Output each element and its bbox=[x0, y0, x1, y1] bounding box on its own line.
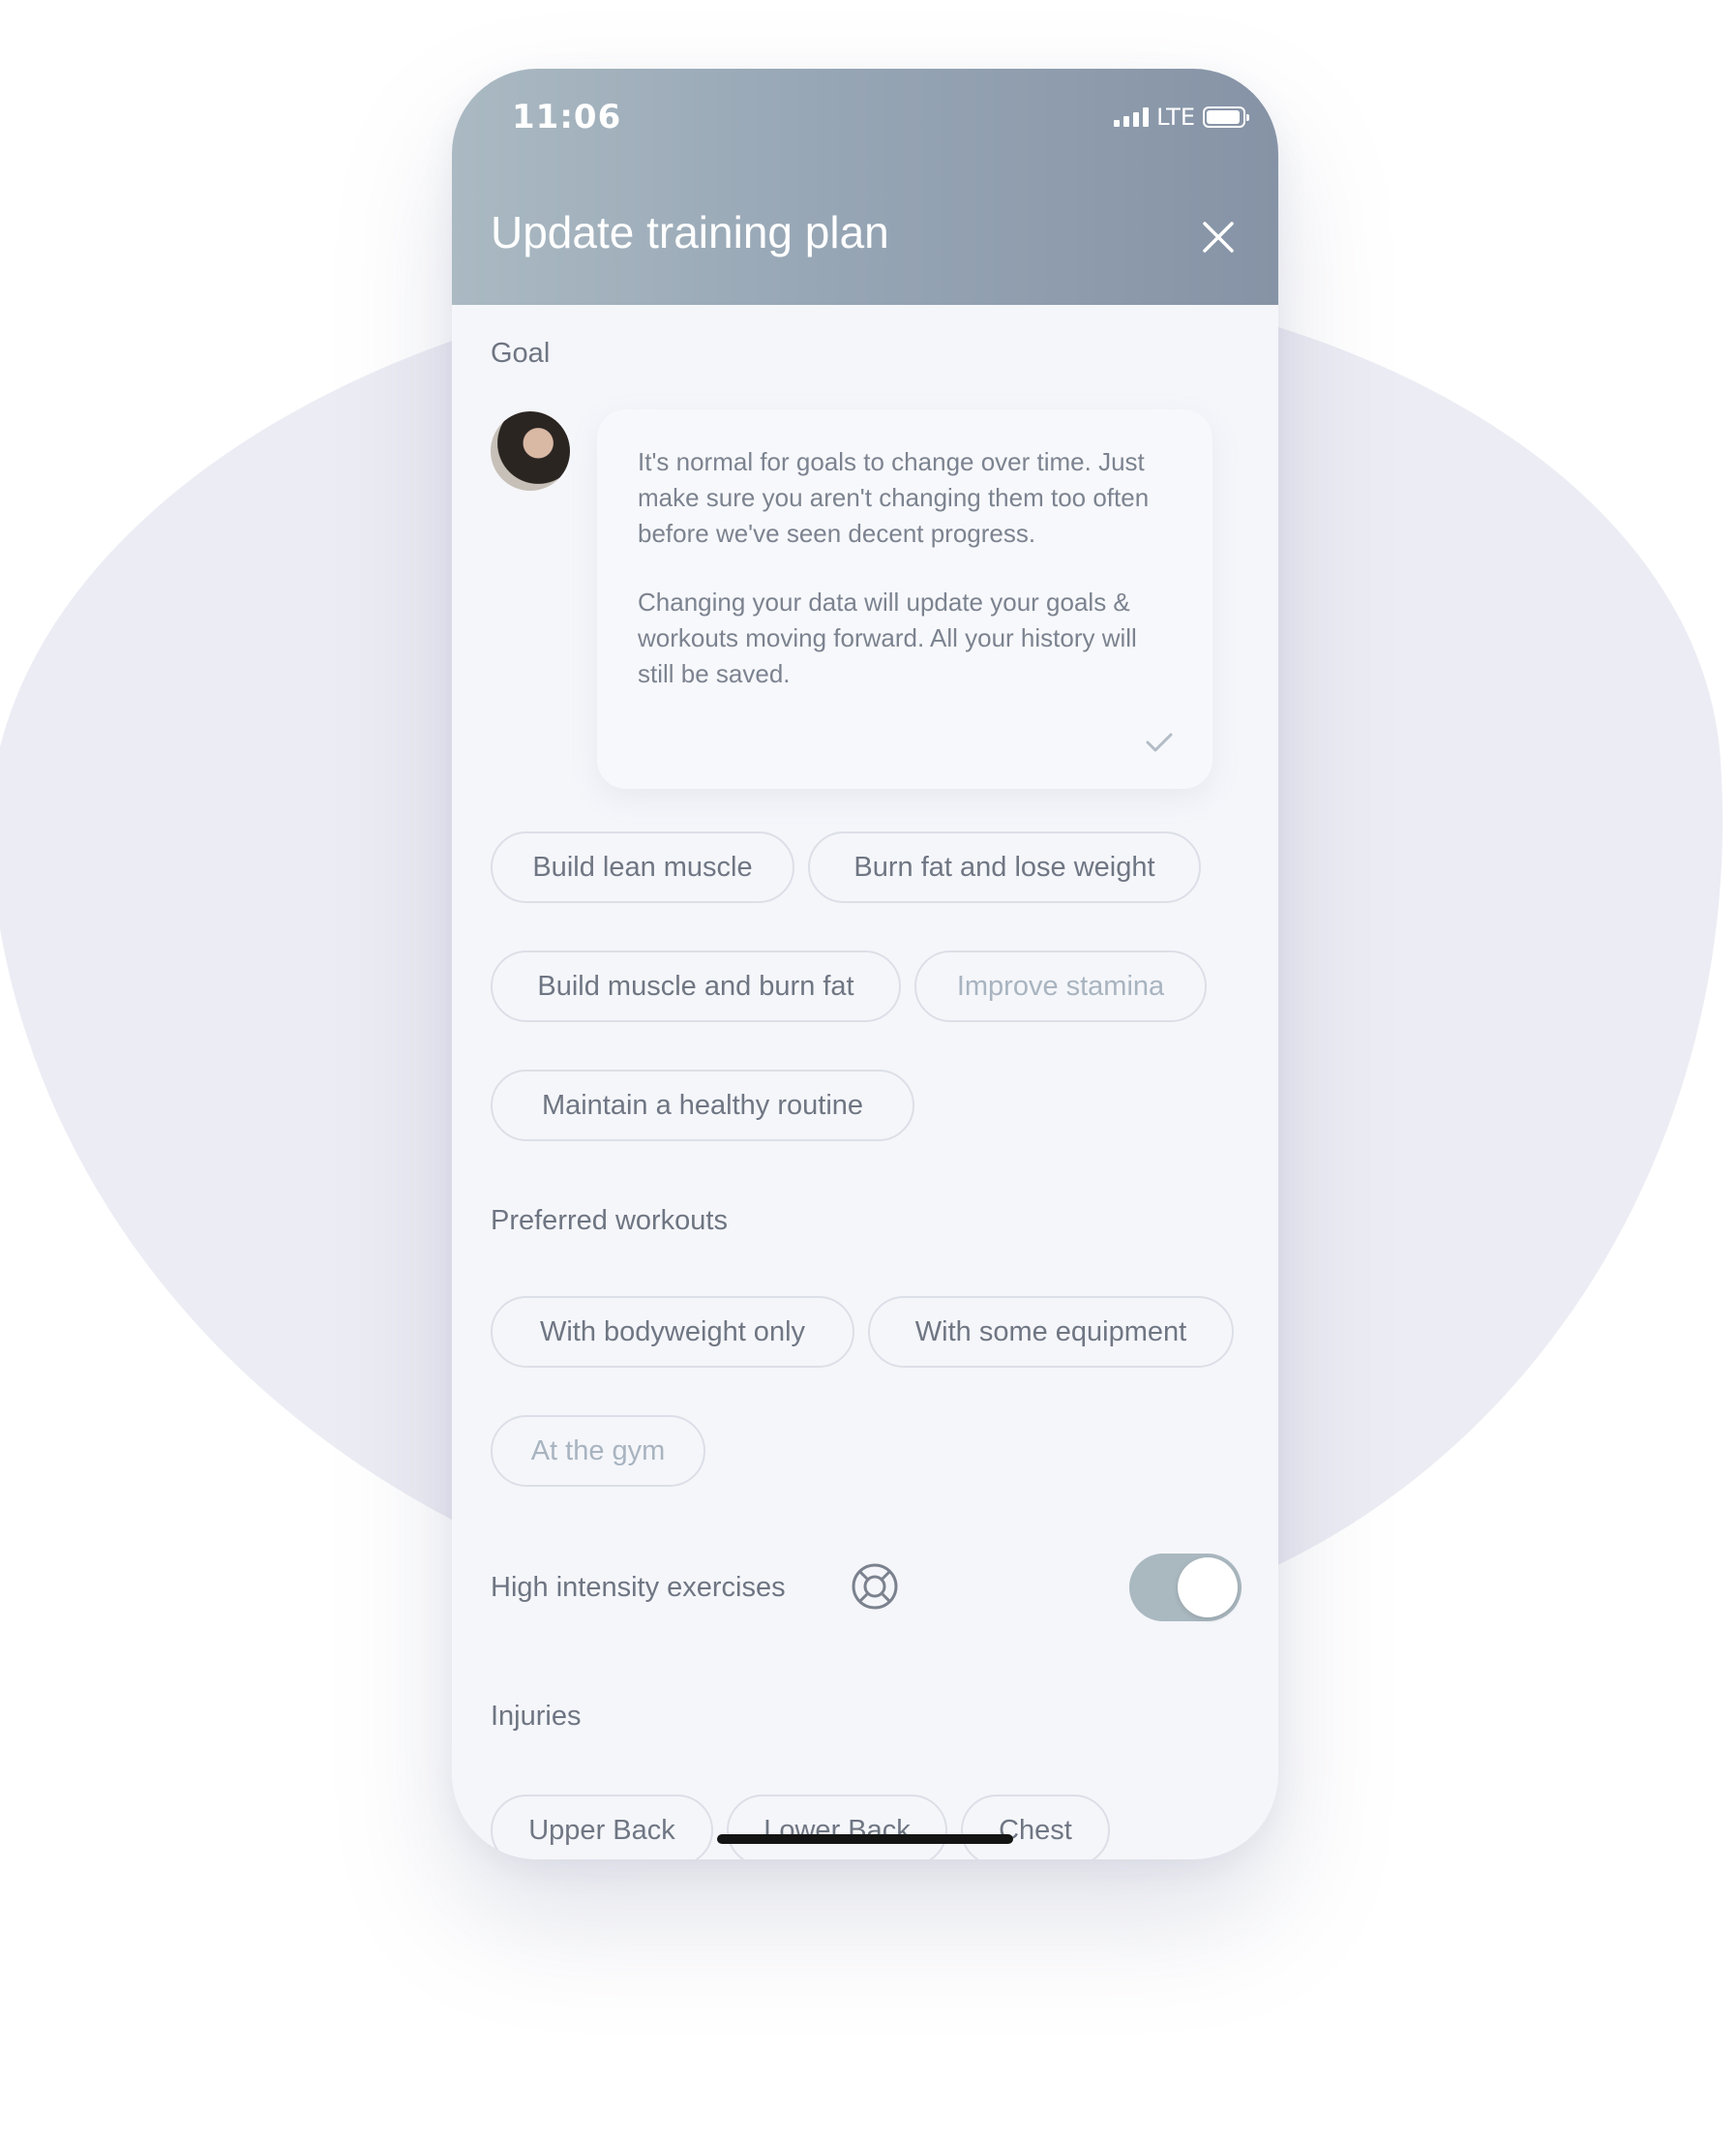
signal-icon bbox=[1114, 107, 1150, 127]
message-paragraph: It's normal for goals to change over tim… bbox=[638, 447, 1150, 548]
close-button[interactable] bbox=[1197, 216, 1240, 258]
status-time: 11:06 bbox=[512, 98, 622, 136]
message-paragraph: Changing your data will update your goal… bbox=[638, 588, 1137, 688]
lifebuoy-icon[interactable] bbox=[851, 1562, 899, 1611]
goal-label: Goal bbox=[491, 338, 551, 369]
workout-chip-gym[interactable]: At the gym bbox=[491, 1415, 705, 1487]
goal-chip-build-lean-muscle[interactable]: Build lean muscle bbox=[491, 831, 794, 903]
workout-chip-bodyweight[interactable]: With bodyweight only bbox=[491, 1296, 854, 1368]
battery-icon bbox=[1203, 106, 1249, 128]
goal-chip-build-muscle-burn-fat[interactable]: Build muscle and burn fat bbox=[491, 951, 901, 1022]
coach-avatar bbox=[491, 411, 570, 491]
close-icon bbox=[1203, 222, 1234, 253]
high-intensity-label: High intensity exercises bbox=[491, 1572, 786, 1603]
goal-chip-burn-fat[interactable]: Burn fat and lose weight bbox=[808, 831, 1201, 903]
goal-chip-maintain-routine[interactable]: Maintain a healthy routine bbox=[491, 1070, 914, 1141]
injury-chip-chest[interactable]: Chest bbox=[961, 1795, 1110, 1859]
coach-message-bubble: It's normal for goals to change over tim… bbox=[597, 409, 1212, 789]
preferred-workouts-label: Preferred workouts bbox=[491, 1205, 728, 1236]
goal-chip-improve-stamina[interactable]: Improve stamina bbox=[914, 951, 1207, 1022]
injury-chip-lower-back[interactable]: Lower Back bbox=[727, 1795, 947, 1859]
network-label: LTE bbox=[1156, 104, 1195, 131]
header-bar: 11:06 LTE Update training plan bbox=[452, 69, 1278, 305]
toggle-knob bbox=[1178, 1557, 1238, 1617]
phone-screen: 11:06 LTE Update training plan Goal It's… bbox=[452, 69, 1278, 1859]
check-icon bbox=[1146, 733, 1173, 752]
page-title: Update training plan bbox=[491, 207, 889, 257]
home-indicator[interactable] bbox=[717, 1834, 1013, 1844]
injury-chip-upper-back[interactable]: Upper Back bbox=[491, 1795, 713, 1859]
workout-chip-equipment[interactable]: With some equipment bbox=[868, 1296, 1234, 1368]
status-indicators: LTE bbox=[1114, 104, 1249, 131]
high-intensity-toggle[interactable] bbox=[1129, 1554, 1242, 1621]
injuries-label: Injuries bbox=[491, 1701, 582, 1732]
